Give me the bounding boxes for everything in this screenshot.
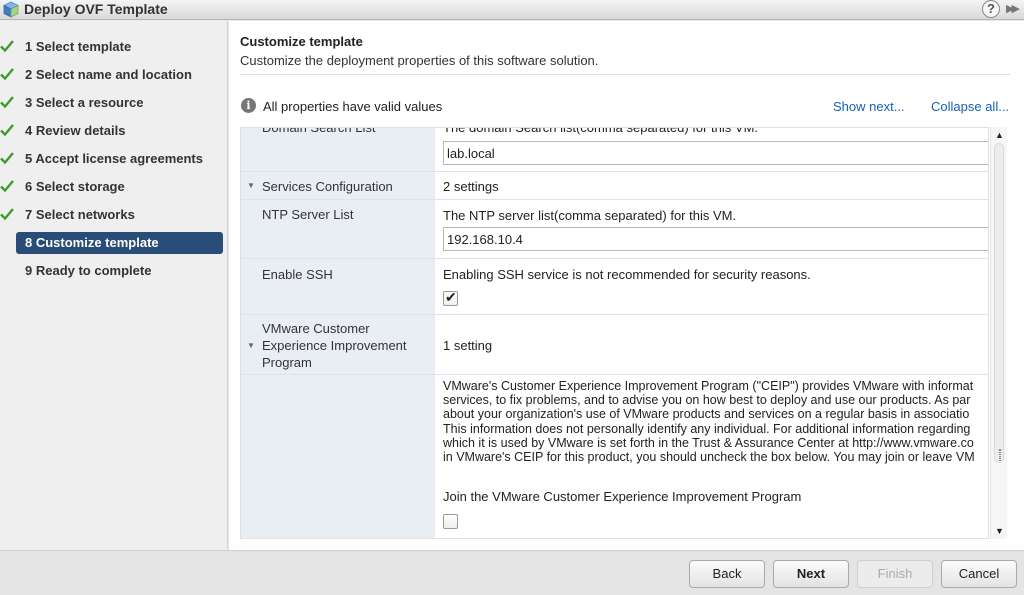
group-label: Services Configuration xyxy=(262,179,393,194)
checkmark-icon xyxy=(0,124,14,137)
info-icon: i xyxy=(241,98,256,113)
step-select-template[interactable]: 1 Select template xyxy=(0,36,228,58)
group-label: VMware Customer xyxy=(262,321,370,336)
scroll-thumb[interactable] xyxy=(994,143,1004,463)
help-icon[interactable]: ? xyxy=(982,0,1000,18)
step-label: 8 Customize template xyxy=(25,235,159,250)
group-summary: 1 setting xyxy=(443,338,493,353)
page-title: Customize template xyxy=(240,34,363,49)
divider xyxy=(240,74,1010,75)
cancel-button[interactable]: Cancel xyxy=(941,560,1017,588)
property-description: The NTP server list(comma separated) for… xyxy=(443,208,737,223)
step-label: 7 Select networks xyxy=(25,207,135,222)
join-ceip-checkbox[interactable] xyxy=(443,514,458,529)
checkmark-icon xyxy=(0,208,14,221)
wizard-steps: 1 Select template 2 Select name and loca… xyxy=(0,21,228,550)
ceip-line: This information does not personally ide… xyxy=(443,421,971,436)
group-summary: 2 settings xyxy=(443,179,499,194)
page-subtitle: Customize the deployment properties of t… xyxy=(240,53,599,68)
property-row-domain-search: Domain Search List The domain Search lis… xyxy=(241,127,988,172)
step-select-networks[interactable]: 7 Select networks xyxy=(0,204,228,226)
checkmark-icon xyxy=(0,152,14,165)
grip-icon xyxy=(999,449,1001,461)
step-ready-to-complete[interactable]: 9 Ready to complete xyxy=(0,260,228,282)
validation-status: All properties have valid values xyxy=(263,99,443,114)
step-review-details[interactable]: 4 Review details xyxy=(0,120,228,142)
finish-button[interactable]: Finish xyxy=(857,560,933,588)
ceip-join-label: Join the VMware Customer Experience Impr… xyxy=(443,489,802,504)
property-label: Domain Search List xyxy=(262,127,376,135)
step-label: 3 Select a resource xyxy=(25,95,144,110)
wizard-footer: Back Next Finish Cancel xyxy=(0,550,1024,595)
property-row-ssh: Enable SSH Enabling SSH service is not r… xyxy=(241,259,988,315)
property-label: Enable SSH xyxy=(262,267,333,282)
checkmark-icon xyxy=(0,40,14,53)
property-row-ntp: NTP Server List The NTP server list(comm… xyxy=(241,200,988,259)
step-label: 2 Select name and location xyxy=(25,67,192,82)
properties-scrollbar[interactable]: ▲ ▼ xyxy=(990,127,1007,539)
step-accept-license[interactable]: 5 Accept license agreements xyxy=(0,148,228,170)
step-label: 9 Ready to complete xyxy=(25,263,152,278)
group-row-ceip[interactable]: ▼ VMware Customer Experience Improvement… xyxy=(241,315,988,375)
step-select-storage[interactable]: 6 Select storage xyxy=(0,176,228,198)
checkmark-icon xyxy=(0,180,14,193)
checkmark-icon xyxy=(0,68,14,81)
expand-icon[interactable]: ▶▶ xyxy=(1006,2,1020,15)
domain-search-input[interactable] xyxy=(443,141,988,165)
main-panel: Customize template Customize the deploym… xyxy=(229,21,1024,550)
ovf-package-icon xyxy=(3,1,19,18)
collapse-arrow-icon[interactable]: ▼ xyxy=(247,341,255,350)
step-label: 1 Select template xyxy=(25,39,132,54)
step-label: 4 Review details xyxy=(25,123,126,138)
property-description: The domain Search list(comma separated) … xyxy=(443,127,759,135)
enable-ssh-checkbox[interactable]: ✔ xyxy=(443,289,458,306)
checkmark-icon: ✔ xyxy=(445,289,457,305)
group-label: Experience Improvement xyxy=(262,338,407,353)
ceip-description: VMware's Customer Experience Improvement… xyxy=(443,379,988,465)
ceip-line: services, to fix problems, and to advise… xyxy=(443,393,971,408)
step-label: 6 Select storage xyxy=(25,179,125,194)
property-label: NTP Server List xyxy=(262,207,354,222)
ceip-line: about your organization's use of VMware … xyxy=(443,407,970,422)
scroll-down-icon[interactable]: ▼ xyxy=(995,526,1004,536)
window-title: Deploy OVF Template xyxy=(24,1,168,17)
checkmark-icon xyxy=(0,96,14,109)
collapse-all-link[interactable]: Collapse all... xyxy=(931,99,1009,114)
property-row-ceip: VMware's Customer Experience Improvement… xyxy=(241,375,988,538)
ceip-line: which it is used by VMware is set forth … xyxy=(443,435,974,450)
ceip-line: VMware's Customer Experience Improvement… xyxy=(443,379,974,393)
step-select-name-location[interactable]: 2 Select name and location xyxy=(0,64,228,86)
group-label: Program xyxy=(262,355,312,370)
step-label: 5 Accept license agreements xyxy=(25,151,203,166)
ntp-server-input[interactable] xyxy=(443,227,988,251)
title-bar: Deploy OVF Template ? ▶▶ xyxy=(0,0,1024,20)
group-row-services[interactable]: ▼ Services Configuration 2 settings xyxy=(241,172,988,200)
next-button[interactable]: Next xyxy=(773,560,849,588)
scroll-up-icon[interactable]: ▲ xyxy=(995,130,1004,140)
step-customize-template[interactable]: 8 Customize template xyxy=(0,232,228,254)
collapse-arrow-icon[interactable]: ▼ xyxy=(247,181,255,190)
step-select-resource[interactable]: 3 Select a resource xyxy=(0,92,228,114)
ceip-line: in VMware's CEIP for this product, you s… xyxy=(443,450,975,465)
properties-table: Domain Search List The domain Search lis… xyxy=(240,127,989,539)
property-description: Enabling SSH service is not recommended … xyxy=(443,267,811,282)
back-button[interactable]: Back xyxy=(689,560,765,588)
show-next-link[interactable]: Show next... xyxy=(833,99,905,114)
